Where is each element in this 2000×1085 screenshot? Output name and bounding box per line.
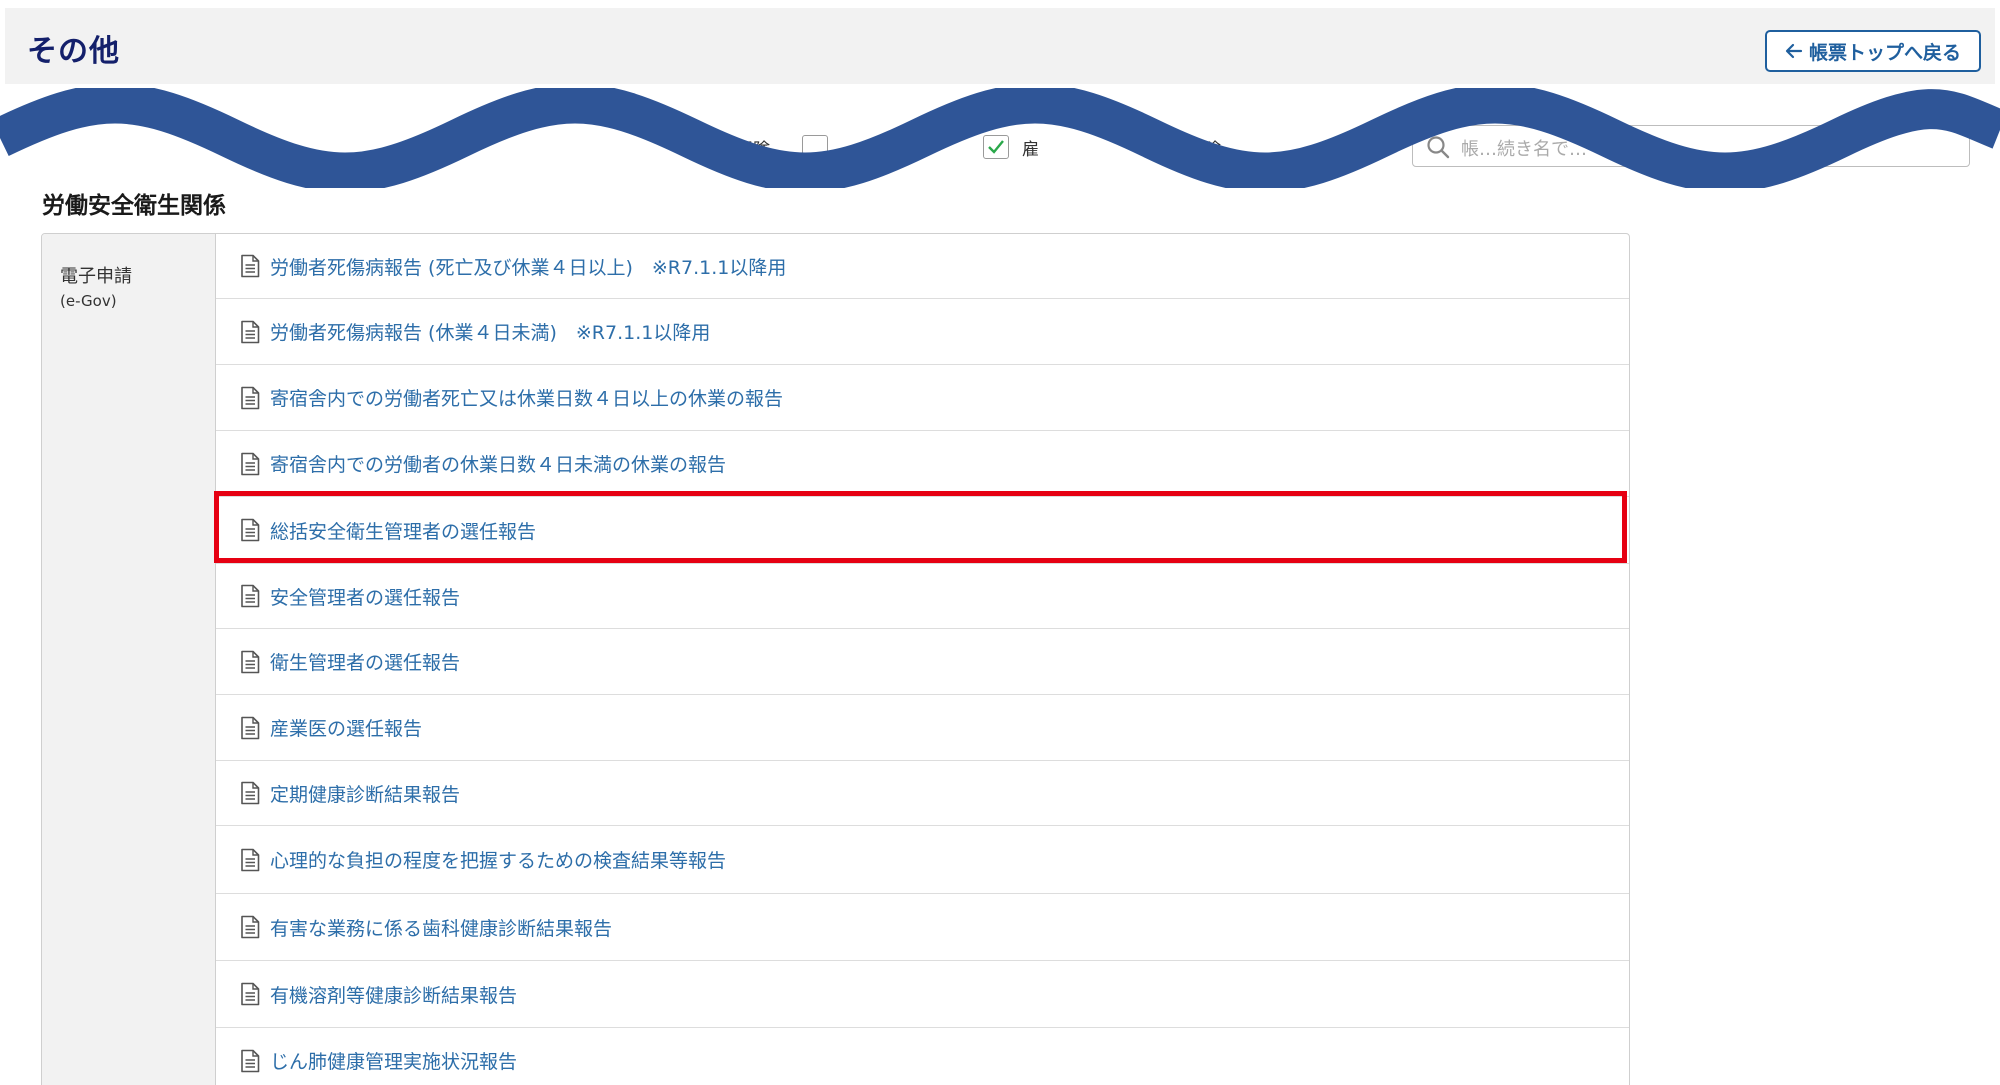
document-icon bbox=[241, 781, 260, 805]
form-list-item[interactable]: 安全管理者の選任報告 bbox=[216, 564, 1629, 629]
form-list-item[interactable]: 寄宿舎内での労働者の休業日数４日未満の休業の報告 bbox=[216, 431, 1629, 497]
form-list-item[interactable]: 定期健康診断結果報告 bbox=[216, 761, 1629, 826]
form-list-item[interactable]: 有機溶剤等健康診断結果報告 bbox=[216, 961, 1629, 1028]
form-link[interactable]: 労働者死傷病報告 (死亡及び休業４日以上) ※R7.1.1以降用 bbox=[270, 253, 786, 280]
document-icon bbox=[241, 452, 260, 475]
page-header: その他 帳票トップへ戻る bbox=[5, 8, 1995, 84]
document-icon bbox=[241, 915, 260, 939]
document-icon bbox=[241, 320, 260, 343]
form-link[interactable]: 総括安全衛生管理者の選任報告 bbox=[270, 517, 536, 544]
forms-card: 電子申請 (e-Gov) 労働者死傷病報告 (死亡及び休業４日以上) ※R7.1… bbox=[41, 233, 1630, 1085]
form-link[interactable]: 労働者死傷病報告 (休業４日未満) ※R7.1.1以降用 bbox=[270, 318, 710, 345]
form-link[interactable]: じん肺健康管理実施状況報告 bbox=[270, 1047, 517, 1074]
document-icon bbox=[241, 848, 260, 871]
form-list-item[interactable]: じん肺健康管理実施状況報告 bbox=[216, 1028, 1629, 1085]
form-link[interactable]: 安全管理者の選任報告 bbox=[270, 583, 460, 610]
form-list-item[interactable]: 寄宿舎内での労働者死亡又は休業日数４日以上の休業の報告 bbox=[216, 365, 1629, 431]
category-label: 電子申請 bbox=[60, 266, 132, 287]
form-list-item[interactable]: 労働者死傷病報告 (休業４日未満) ※R7.1.1以降用 bbox=[216, 299, 1629, 365]
arrow-left-icon bbox=[1785, 43, 1803, 59]
form-list-item[interactable]: 労働者死傷病報告 (死亡及び休業４日以上) ※R7.1.1以降用 bbox=[216, 234, 1629, 299]
document-icon bbox=[241, 386, 260, 409]
form-link[interactable]: 寄宿舎内での労働者死亡又は休業日数４日以上の休業の報告 bbox=[270, 384, 783, 411]
back-button-label: 帳票トップへ戻る bbox=[1808, 41, 1961, 64]
form-link[interactable]: 衛生管理者の選任報告 bbox=[270, 648, 460, 675]
form-link[interactable]: 有害な業務に係る歯科健康診断結果報告 bbox=[270, 914, 612, 941]
document-icon bbox=[241, 650, 260, 673]
form-list-item[interactable]: 産業医の選任報告 bbox=[216, 695, 1629, 761]
document-icon bbox=[241, 982, 260, 1006]
form-link[interactable]: 寄宿舎内での労働者の休業日数４日未満の休業の報告 bbox=[270, 450, 726, 477]
document-icon bbox=[241, 584, 260, 608]
form-list-item[interactable]: 心理的な負担の程度を把握するための検査結果等報告 bbox=[216, 826, 1629, 894]
form-link[interactable]: 定期健康診断結果報告 bbox=[270, 780, 460, 807]
wave-divider bbox=[0, 88, 2000, 188]
document-icon bbox=[241, 716, 260, 739]
form-list-item[interactable]: 有害な業務に係る歯科健康診断結果報告 bbox=[216, 894, 1629, 961]
form-link[interactable]: 産業医の選任報告 bbox=[270, 714, 422, 741]
document-icon bbox=[241, 1049, 260, 1072]
back-to-forms-top-button[interactable]: 帳票トップへ戻る bbox=[1765, 30, 1981, 72]
section-heading: 労働安全衛生関係 bbox=[42, 193, 226, 219]
category-sub-label: (e-Gov) bbox=[60, 292, 117, 310]
form-list-item[interactable]: 衛生管理者の選任報告 bbox=[216, 629, 1629, 695]
form-link[interactable]: 心理的な負担の程度を把握するための検査結果等報告 bbox=[270, 846, 726, 873]
form-link[interactable]: 有機溶剤等健康診断結果報告 bbox=[270, 981, 517, 1008]
category-column: 電子申請 (e-Gov) bbox=[42, 234, 216, 1085]
form-list-item[interactable]: 総括安全衛生管理者の選任報告 bbox=[216, 497, 1629, 564]
page-title: その他 bbox=[27, 34, 120, 69]
document-icon bbox=[241, 254, 260, 278]
document-icon bbox=[241, 518, 260, 542]
page: その他 帳票トップへ戻る 保険 雇 働保険 帳…続き名で… 労働安全衛生関係 電… bbox=[0, 0, 2000, 1085]
